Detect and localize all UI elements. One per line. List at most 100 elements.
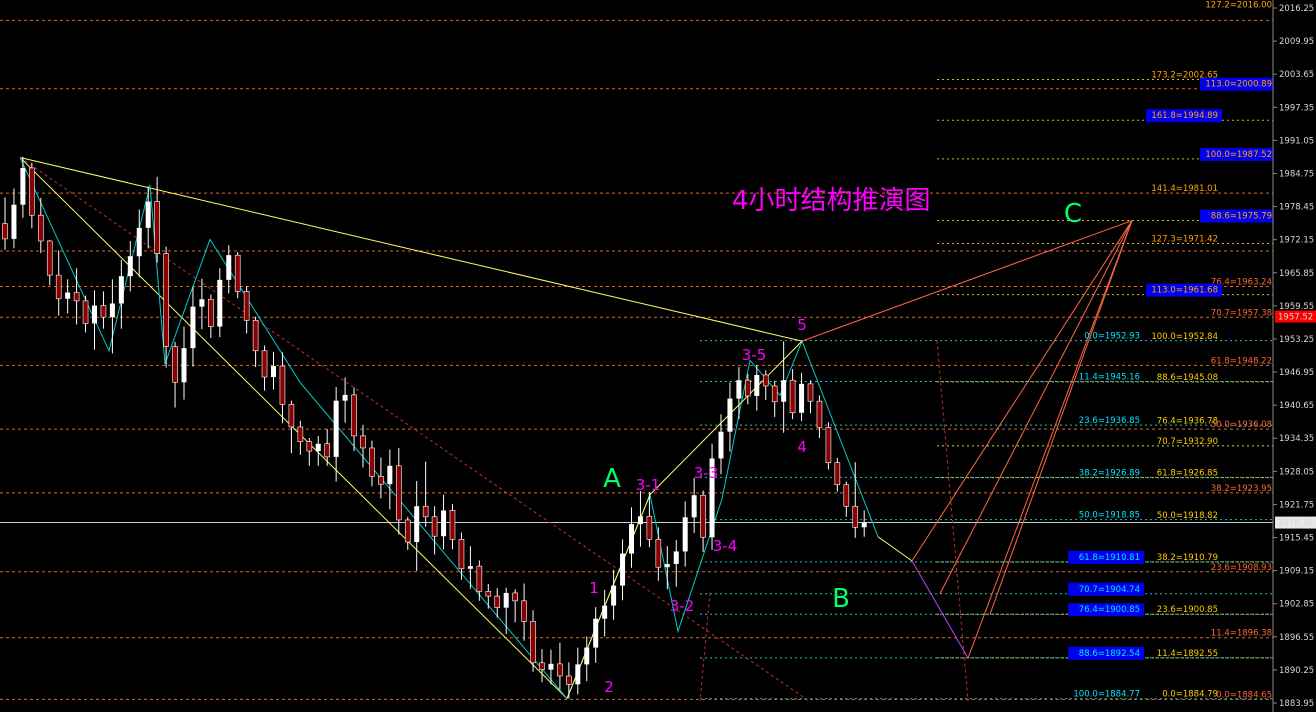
candle-body xyxy=(2,223,8,240)
candle-body xyxy=(575,664,581,685)
wave-label: 3-4 xyxy=(713,537,738,555)
wave-label: A xyxy=(603,464,621,494)
candle xyxy=(799,372,805,422)
axis-tick-label: 1883.95 xyxy=(1279,699,1314,709)
candle xyxy=(378,457,384,499)
trendline-lower xyxy=(19,157,568,699)
axis-tick-label: 2003.65 xyxy=(1279,70,1314,80)
candle xyxy=(11,188,17,249)
current-price-tag: 1918.30 xyxy=(1278,519,1313,529)
candle-body xyxy=(315,443,321,452)
candle xyxy=(441,494,447,550)
candle-body xyxy=(629,524,634,554)
fib-level-label: 0.0=1884.65 xyxy=(1216,690,1272,700)
candle xyxy=(691,477,697,534)
candle-body xyxy=(691,495,697,518)
candle xyxy=(306,437,313,466)
fib-level-label: 50.0=1918.85 xyxy=(1079,511,1140,521)
fib-level-label: 76.4=1936.78 xyxy=(1157,416,1218,426)
candle-body xyxy=(306,441,313,452)
candle xyxy=(431,506,438,555)
candle-body xyxy=(754,374,760,396)
candle-body xyxy=(217,279,223,327)
candle-body xyxy=(127,256,133,277)
axis-tick-label: 1896.55 xyxy=(1279,633,1314,643)
candle-body xyxy=(199,299,205,307)
candle-body xyxy=(360,435,366,449)
candle-body xyxy=(485,591,492,597)
candle xyxy=(566,662,572,699)
fib-level-label: 11.4=1896.38 xyxy=(1211,629,1272,639)
candle xyxy=(727,382,733,452)
candle xyxy=(521,583,527,641)
candle-body xyxy=(109,303,115,318)
candle xyxy=(261,345,268,391)
candle xyxy=(575,647,581,695)
axis-tick-label: 1991.05 xyxy=(1279,136,1314,146)
candle-body xyxy=(861,522,867,528)
candle-body xyxy=(271,366,276,378)
candle-body xyxy=(557,663,563,677)
candle xyxy=(816,395,823,438)
candle xyxy=(145,186,151,249)
candle xyxy=(315,435,321,466)
axis-tick-label: 2016.25 xyxy=(1279,4,1314,14)
candle-body xyxy=(548,663,554,670)
candle xyxy=(548,649,554,685)
candle xyxy=(593,607,599,663)
candle-body xyxy=(718,431,724,459)
axis-tick-label: 1902.85 xyxy=(1279,600,1314,610)
candle-body xyxy=(154,201,160,254)
candle xyxy=(807,380,814,414)
axis-tick-label: 1946.95 xyxy=(1279,368,1314,378)
candle xyxy=(351,387,357,452)
candle xyxy=(92,290,97,350)
wave-label: 2 xyxy=(604,678,614,696)
candle-body xyxy=(11,204,17,239)
axis-tick-label: 1934.35 xyxy=(1279,434,1314,444)
candle xyxy=(771,380,778,417)
candle-body xyxy=(530,621,536,664)
candle xyxy=(655,527,662,581)
candle-body xyxy=(65,292,71,299)
candle-body xyxy=(46,240,53,276)
candle xyxy=(395,447,402,535)
candle-body xyxy=(369,447,375,477)
fib-level-label: 76.4=1900.85 xyxy=(1079,605,1140,615)
fib-level-label: 61.8=1910.81 xyxy=(1079,553,1140,563)
candle-body xyxy=(387,465,393,485)
candle xyxy=(414,481,420,571)
price-chart[interactable]: A B C 1 2 3-1 3-2 3-3 3-4 3-5 4 5 127.2=2016.00173.… xyxy=(0,0,1316,712)
wave-label: B xyxy=(832,584,850,614)
candle-body xyxy=(762,374,769,387)
fib-level-labels: 127.2=2016.00173.2=2002.65113.0=2000.891… xyxy=(1068,0,1276,700)
projection-dashed-2 xyxy=(699,592,711,702)
fib-level-label: 88.6=1892.54 xyxy=(1079,649,1140,659)
fib-level-label: 161.8=1994.89 xyxy=(1151,111,1218,121)
projection-purple xyxy=(911,560,969,659)
candle-body xyxy=(816,400,823,428)
candle xyxy=(333,387,339,482)
fib-level-label: 0.0=1952.93 xyxy=(1084,332,1140,342)
wave-label: C xyxy=(1064,199,1082,229)
candle xyxy=(718,414,724,475)
candle-body xyxy=(655,539,662,568)
fib-level-label: 0.0=1884.79 xyxy=(1162,690,1218,700)
axis-tick-label: 1965.85 xyxy=(1279,269,1314,279)
candle-body xyxy=(92,305,97,324)
candle xyxy=(271,351,276,390)
candle xyxy=(539,649,545,683)
fib-level-label: 11.4=1945.16 xyxy=(1079,372,1140,382)
candle-body xyxy=(620,553,626,586)
candle xyxy=(602,589,608,637)
candle-body xyxy=(279,365,286,405)
candle xyxy=(584,636,590,682)
axis-tick-label: 1915.45 xyxy=(1279,534,1314,544)
candle-body xyxy=(682,517,688,552)
wave-label: 1 xyxy=(589,579,599,597)
candle xyxy=(100,291,107,329)
fib-level-label: 70.7=1932.90 xyxy=(1157,437,1218,447)
projection-to-c xyxy=(801,220,1133,342)
fib-level-label: 61.8=1926.85 xyxy=(1157,469,1218,479)
candle-body xyxy=(226,255,232,280)
